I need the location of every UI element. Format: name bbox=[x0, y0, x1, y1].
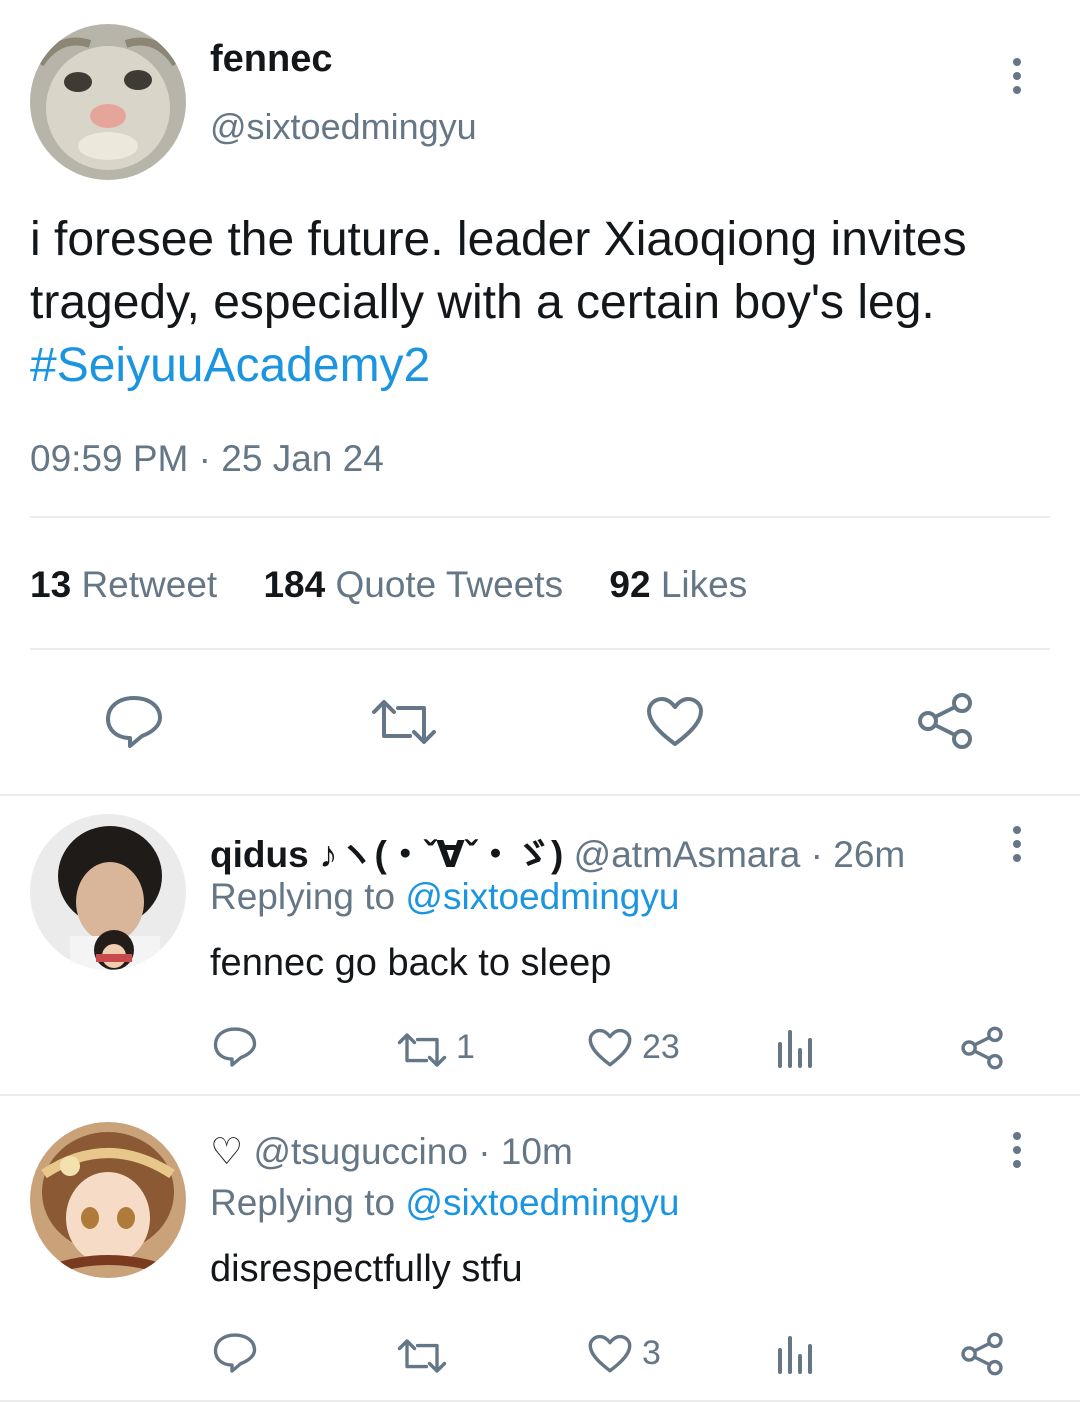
reply-icon[interactable] bbox=[104, 694, 164, 750]
replying-handle-link[interactable]: @sixtoedmingyu bbox=[405, 876, 679, 917]
tweet-timestamp: 09:59 PM · 25 Jan 24 bbox=[30, 438, 384, 480]
hashtag-link[interactable]: #SeiyuuAcademy2 bbox=[30, 339, 430, 392]
share-icon[interactable] bbox=[960, 1026, 1004, 1070]
analytics-icon[interactable] bbox=[776, 1334, 816, 1374]
quotes-stat[interactable]: 184 Quote Tweets bbox=[263, 564, 573, 605]
author-avatar[interactable] bbox=[30, 24, 186, 180]
like-count: 3 bbox=[642, 1334, 661, 1372]
more-vertical-icon[interactable] bbox=[1010, 1132, 1024, 1174]
reply-text: fennec go back to sleep bbox=[210, 942, 612, 984]
reply-icon[interactable] bbox=[212, 1026, 258, 1068]
tweet-text: i foresee the future. leader Xiaoqiong i… bbox=[30, 213, 967, 329]
author-display-name[interactable]: fennec bbox=[210, 38, 332, 81]
like-icon[interactable] bbox=[588, 1028, 632, 1068]
reply-display-name[interactable]: ♡ bbox=[210, 1131, 243, 1172]
reply-avatar[interactable] bbox=[30, 814, 186, 970]
author-handle[interactable]: @sixtoedmingyu bbox=[210, 106, 477, 148]
timestamp-separator: · bbox=[198, 438, 211, 479]
retweets-count: 13 bbox=[30, 564, 72, 605]
quotes-count: 184 bbox=[263, 564, 326, 605]
reply-time: · 10m bbox=[478, 1131, 573, 1172]
retweet-icon[interactable] bbox=[396, 1338, 448, 1374]
divider bbox=[30, 516, 1050, 518]
likes-count: 92 bbox=[609, 564, 651, 605]
likes-stat[interactable]: 92 Likes bbox=[609, 564, 747, 605]
reply-handle[interactable]: @tsuguccino bbox=[253, 1131, 467, 1172]
reply-text: disrespectfully stfu bbox=[210, 1248, 523, 1290]
reply-header: qidus ♪ヽ(・ˇ∀ˇ・ゞ) @atmAsmara · 26m bbox=[210, 824, 905, 878]
reply-handle[interactable]: @atmAsmara bbox=[574, 834, 801, 875]
like-count: 23 bbox=[642, 1028, 680, 1066]
replying-handle-link[interactable]: @sixtoedmingyu bbox=[405, 1182, 679, 1223]
divider bbox=[0, 1400, 1080, 1402]
replying-to: Replying to @sixtoedmingyu bbox=[210, 1182, 679, 1224]
replying-label: Replying to bbox=[210, 1182, 396, 1223]
retweet-count: 1 bbox=[456, 1028, 475, 1066]
tweet-time: 09:59 PM bbox=[30, 438, 189, 479]
analytics-icon[interactable] bbox=[776, 1028, 816, 1068]
replying-to: Replying to @sixtoedmingyu bbox=[210, 876, 679, 918]
retweet-icon[interactable] bbox=[370, 698, 438, 746]
more-vertical-icon[interactable] bbox=[1010, 826, 1024, 868]
reply-icon[interactable] bbox=[212, 1332, 258, 1374]
retweets-stat[interactable]: 13 Retweet bbox=[30, 564, 227, 605]
tweet-stats: 13 Retweet 184 Quote Tweets 92 Likes bbox=[30, 564, 747, 606]
replying-label: Replying to bbox=[210, 876, 396, 917]
like-icon[interactable] bbox=[588, 1334, 632, 1374]
divider bbox=[30, 648, 1050, 650]
share-icon[interactable] bbox=[916, 692, 974, 750]
more-vertical-icon[interactable] bbox=[1010, 58, 1024, 100]
retweet-icon[interactable] bbox=[396, 1032, 448, 1068]
like-icon[interactable] bbox=[646, 696, 704, 748]
divider bbox=[0, 794, 1080, 796]
quotes-label: Quote Tweets bbox=[335, 564, 564, 605]
tweet-body: i foresee the future. leader Xiaoqiong i… bbox=[30, 208, 1040, 397]
divider bbox=[0, 1094, 1080, 1096]
likes-label: Likes bbox=[660, 564, 748, 605]
tweet-date: 25 Jan 24 bbox=[221, 438, 384, 479]
share-icon[interactable] bbox=[960, 1332, 1004, 1376]
reply-avatar[interactable] bbox=[30, 1122, 186, 1278]
reply-header: ♡ @tsuguccino · 10m bbox=[210, 1130, 573, 1173]
reply-time: · 26m bbox=[810, 834, 906, 875]
reply-display-name[interactable]: qidus ♪ヽ(・ˇ∀ˇ・ゞ) bbox=[210, 834, 563, 875]
retweets-label: Retweet bbox=[81, 564, 218, 605]
